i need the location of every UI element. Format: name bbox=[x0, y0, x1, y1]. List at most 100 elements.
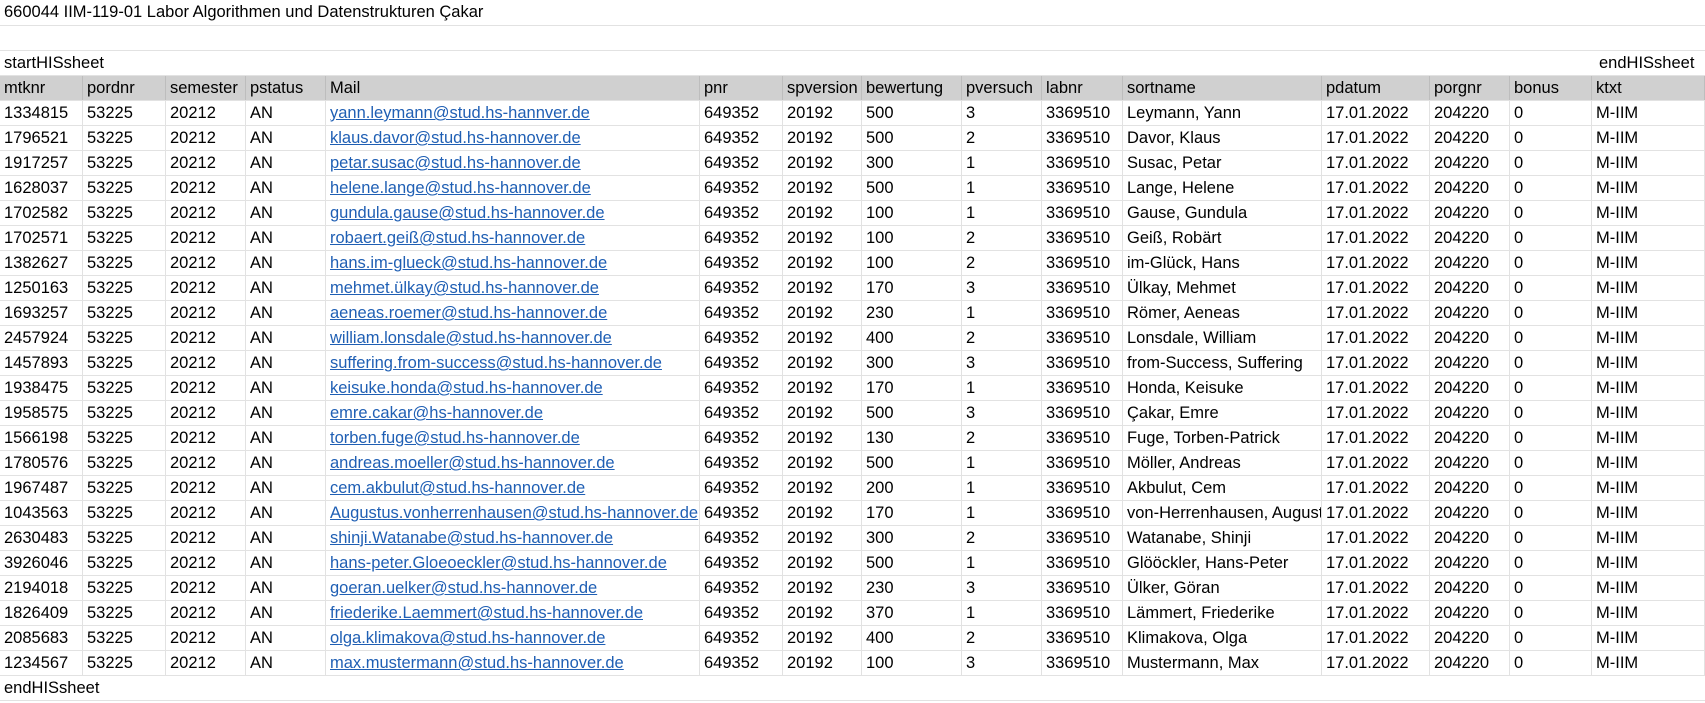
cell-pdatum[interactable]: 17.01.2022 bbox=[1322, 651, 1430, 675]
cell-bonus[interactable]: 0 bbox=[1510, 176, 1592, 200]
cell-pnr[interactable]: 649352 bbox=[700, 351, 783, 375]
cell-semester[interactable]: 20212 bbox=[166, 551, 246, 575]
cell-pversuch[interactable]: 3 bbox=[962, 651, 1042, 675]
cell-bonus[interactable]: 0 bbox=[1510, 426, 1592, 450]
cell-mail[interactable]: suffering.from-success@stud.hs-hannover.… bbox=[326, 351, 700, 375]
column-header-pnr[interactable]: pnr bbox=[700, 76, 783, 100]
cell-pversuch[interactable]: 1 bbox=[962, 201, 1042, 225]
cell-pversuch[interactable]: 1 bbox=[962, 476, 1042, 500]
cell-pordnr[interactable]: 53225 bbox=[83, 251, 166, 275]
cell-pordnr[interactable]: 53225 bbox=[83, 401, 166, 425]
cell-mail[interactable]: andreas.moeller@stud.hs-hannover.de bbox=[326, 451, 700, 475]
cell-pstatus[interactable]: AN bbox=[246, 351, 326, 375]
cell-pdatum[interactable]: 17.01.2022 bbox=[1322, 326, 1430, 350]
cell-spversion[interactable]: 20192 bbox=[783, 226, 862, 250]
cell-pstatus[interactable]: AN bbox=[246, 126, 326, 150]
cell-ktxt[interactable]: M-IIM bbox=[1592, 126, 1705, 150]
cell-sortname[interactable]: Leymann, Yann bbox=[1123, 101, 1322, 125]
cell-spversion[interactable]: 20192 bbox=[783, 451, 862, 475]
cell-bonus[interactable]: 0 bbox=[1510, 251, 1592, 275]
cell-mtknr[interactable]: 1043563 bbox=[0, 501, 83, 525]
cell-spversion[interactable]: 20192 bbox=[783, 351, 862, 375]
cell-pordnr[interactable]: 53225 bbox=[83, 651, 166, 675]
cell-spversion[interactable]: 20192 bbox=[783, 251, 862, 275]
cell-mtknr[interactable]: 1334815 bbox=[0, 101, 83, 125]
cell-pstatus[interactable]: AN bbox=[246, 101, 326, 125]
cell-mail[interactable]: friederike.Laemmert@stud.hs-hannover.de bbox=[326, 601, 700, 625]
title-cell[interactable]: 660044 IIM-119-01 Labor Algorithmen und … bbox=[0, 0, 700, 25]
cell-ktxt[interactable]: M-IIM bbox=[1592, 426, 1705, 450]
cell-pnr[interactable]: 649352 bbox=[700, 626, 783, 650]
cell-labnr[interactable]: 3369510 bbox=[1042, 226, 1123, 250]
cell-porgnr[interactable]: 204220 bbox=[1430, 251, 1510, 275]
mail-link[interactable]: torben.fuge@stud.hs-hannover.de bbox=[330, 429, 580, 447]
cell-sortname[interactable]: Watanabe, Shinji bbox=[1123, 526, 1322, 550]
cell-pordnr[interactable]: 53225 bbox=[83, 501, 166, 525]
cell-sortname[interactable]: Möller, Andreas bbox=[1123, 451, 1322, 475]
mail-link[interactable]: mehmet.ülkay@stud.hs-hannover.de bbox=[330, 279, 599, 297]
cell-bewertung[interactable]: 200 bbox=[862, 476, 962, 500]
cell-bewertung[interactable]: 100 bbox=[862, 651, 962, 675]
cell-semester[interactable]: 20212 bbox=[166, 251, 246, 275]
cell-bonus[interactable]: 0 bbox=[1510, 201, 1592, 225]
cell-ktxt[interactable]: M-IIM bbox=[1592, 601, 1705, 625]
cell-labnr[interactable]: 3369510 bbox=[1042, 401, 1123, 425]
cell-mail[interactable]: keisuke.honda@stud.hs-hannover.de bbox=[326, 376, 700, 400]
cell-spversion[interactable]: 20192 bbox=[783, 301, 862, 325]
cell-pnr[interactable]: 649352 bbox=[700, 601, 783, 625]
cell-sortname[interactable]: Klimakova, Olga bbox=[1123, 626, 1322, 650]
cell-pnr[interactable]: 649352 bbox=[700, 426, 783, 450]
cell-ktxt[interactable]: M-IIM bbox=[1592, 226, 1705, 250]
start-marker-cell[interactable]: startHISsheet bbox=[0, 51, 160, 75]
cell-labnr[interactable]: 3369510 bbox=[1042, 101, 1123, 125]
cell-porgnr[interactable]: 204220 bbox=[1430, 226, 1510, 250]
mail-link[interactable]: klaus.davor@stud.hs-hannover.de bbox=[330, 129, 581, 147]
cell-pdatum[interactable]: 17.01.2022 bbox=[1322, 276, 1430, 300]
cell-sortname[interactable]: Glööckler, Hans-Peter bbox=[1123, 551, 1322, 575]
cell-mail[interactable]: hans.im-glueck@stud.hs-hannover.de bbox=[326, 251, 700, 275]
cell-spversion[interactable]: 20192 bbox=[783, 601, 862, 625]
cell-bewertung[interactable]: 170 bbox=[862, 501, 962, 525]
cell-pversuch[interactable]: 1 bbox=[962, 451, 1042, 475]
cell-bonus[interactable]: 0 bbox=[1510, 401, 1592, 425]
mail-link[interactable]: Augustus.vonherrenhausen@stud.hs-hannove… bbox=[330, 504, 698, 522]
cell-porgnr[interactable]: 204220 bbox=[1430, 151, 1510, 175]
cell-mail[interactable]: klaus.davor@stud.hs-hannover.de bbox=[326, 126, 700, 150]
cell-pnr[interactable]: 649352 bbox=[700, 201, 783, 225]
cell-mail[interactable]: torben.fuge@stud.hs-hannover.de bbox=[326, 426, 700, 450]
cell-pstatus[interactable]: AN bbox=[246, 601, 326, 625]
cell-mail[interactable]: cem.akbulut@stud.hs-hannover.de bbox=[326, 476, 700, 500]
cell-semester[interactable]: 20212 bbox=[166, 601, 246, 625]
column-header-pstatus[interactable]: pstatus bbox=[246, 76, 326, 100]
cell-mtknr[interactable]: 1967487 bbox=[0, 476, 83, 500]
cell-pordnr[interactable]: 53225 bbox=[83, 451, 166, 475]
column-header-spversion[interactable]: spversion bbox=[783, 76, 862, 100]
cell-labnr[interactable]: 3369510 bbox=[1042, 451, 1123, 475]
cell-pnr[interactable]: 649352 bbox=[700, 651, 783, 675]
cell-spversion[interactable]: 20192 bbox=[783, 651, 862, 675]
column-header-pdatum[interactable]: pdatum bbox=[1322, 76, 1430, 100]
cell-spversion[interactable]: 20192 bbox=[783, 526, 862, 550]
cell-mail[interactable]: hans-peter.Gloeoeckler@stud.hs-hannover.… bbox=[326, 551, 700, 575]
cell-labnr[interactable]: 3369510 bbox=[1042, 626, 1123, 650]
cell-pversuch[interactable]: 2 bbox=[962, 226, 1042, 250]
cell-mtknr[interactable]: 1566198 bbox=[0, 426, 83, 450]
cell-semester[interactable]: 20212 bbox=[166, 401, 246, 425]
cell-bewertung[interactable]: 400 bbox=[862, 326, 962, 350]
cell-pversuch[interactable]: 2 bbox=[962, 251, 1042, 275]
mail-link[interactable]: suffering.from-success@stud.hs-hannover.… bbox=[330, 354, 662, 372]
cell-pstatus[interactable]: AN bbox=[246, 476, 326, 500]
cell-pordnr[interactable]: 53225 bbox=[83, 476, 166, 500]
mail-link[interactable]: gundula.gause@stud.hs-hannover.de bbox=[330, 204, 605, 222]
cell-pstatus[interactable]: AN bbox=[246, 426, 326, 450]
column-header-mtknr[interactable]: mtknr bbox=[0, 76, 83, 100]
cell-bewertung[interactable]: 100 bbox=[862, 226, 962, 250]
cell-labnr[interactable]: 3369510 bbox=[1042, 651, 1123, 675]
mail-link[interactable]: hans.im-glueck@stud.hs-hannover.de bbox=[330, 254, 607, 272]
cell-semester[interactable]: 20212 bbox=[166, 501, 246, 525]
cell-semester[interactable]: 20212 bbox=[166, 326, 246, 350]
cell-bonus[interactable]: 0 bbox=[1510, 476, 1592, 500]
cell-ktxt[interactable]: M-IIM bbox=[1592, 101, 1705, 125]
cell-pversuch[interactable]: 2 bbox=[962, 126, 1042, 150]
cell-semester[interactable]: 20212 bbox=[166, 226, 246, 250]
